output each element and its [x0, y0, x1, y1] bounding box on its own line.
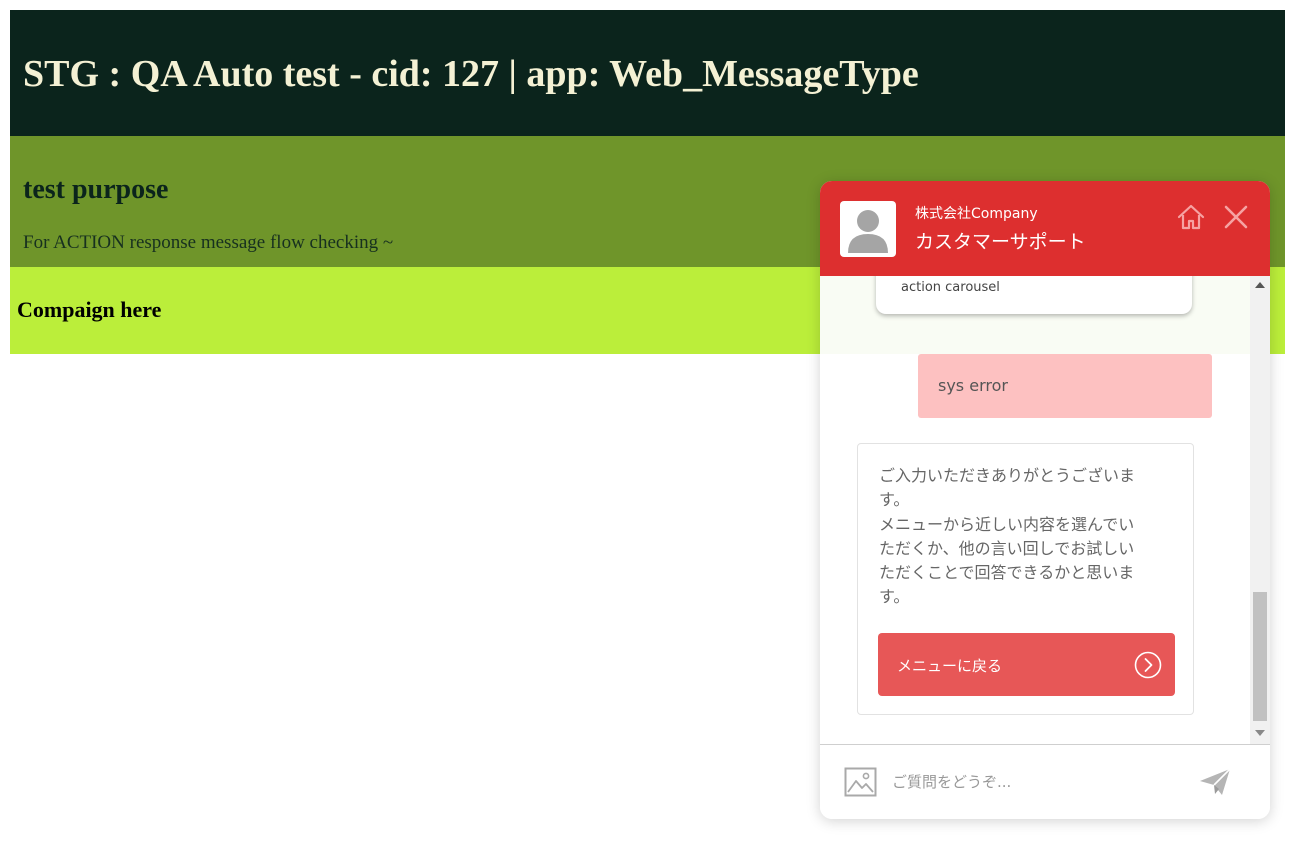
- bot-message-line: す。: [879, 587, 910, 607]
- purpose-heading: test purpose: [23, 174, 169, 205]
- page-header: STG : QA Auto test - cid: 127 | app: Web…: [10, 10, 1285, 136]
- chat-widget: 株式会社Company カスタマーサポート action carousel sy…: [820, 181, 1270, 819]
- carousel-card[interactable]: action carousel: [876, 276, 1192, 314]
- team-name: カスタマーサポート: [915, 231, 1086, 253]
- user-message-text: sys error: [938, 376, 1008, 395]
- bot-message-bubble: ご入力いただきありがとうございま す。 メニューから近しい内容を選んでい ただく…: [857, 443, 1194, 715]
- scrollbar[interactable]: [1250, 276, 1270, 744]
- company-name: 株式会社Company: [915, 206, 1038, 222]
- scrollbar-thumb[interactable]: [1253, 592, 1267, 721]
- back-to-menu-button[interactable]: メニューに戻る: [878, 633, 1175, 696]
- person-icon: [848, 210, 888, 253]
- page-title: STG : QA Auto test - cid: 127 | app: Web…: [23, 53, 919, 95]
- carousel-label: action carousel: [901, 280, 1000, 295]
- message-list[interactable]: action carousel sys error ご入力いただきありがとうござ…: [820, 276, 1270, 744]
- user-message-bubble: sys error: [918, 354, 1212, 418]
- menu-button-label: メニューに戻る: [897, 657, 1003, 675]
- bot-message-line: ただくことで回答できるかと思いま: [879, 563, 1135, 583]
- chat-header: 株式会社Company カスタマーサポート: [820, 181, 1270, 276]
- campaign-text: Compaign here: [17, 297, 162, 322]
- bot-message-line: す。: [879, 490, 910, 510]
- close-icon[interactable]: [1220, 201, 1252, 233]
- scroll-up-arrow-icon[interactable]: [1255, 282, 1265, 288]
- chevron-right-circle-icon: [1134, 651, 1162, 679]
- carousel-area: action carousel: [820, 276, 1250, 354]
- bot-message-line: メニューから近しい内容を選んでい: [879, 514, 1135, 534]
- send-icon[interactable]: [1198, 767, 1232, 797]
- chat-input-bar: [820, 744, 1270, 819]
- purpose-text: For ACTION response message flow checkin…: [23, 232, 394, 253]
- bot-message-line: ご入力いただきありがとうございま: [879, 466, 1136, 485]
- avatar: [840, 201, 896, 257]
- scroll-down-arrow-icon[interactable]: [1255, 730, 1265, 736]
- home-icon[interactable]: [1175, 201, 1207, 233]
- image-icon[interactable]: [844, 767, 877, 797]
- bot-message-line: ただくか、他の言い回しでお試しい: [879, 538, 1135, 558]
- message-input[interactable]: [890, 765, 1174, 799]
- bot-message-text: ご入力いただきありがとうございま す。 メニューから近しい内容を選んでい ただく…: [879, 464, 1169, 610]
